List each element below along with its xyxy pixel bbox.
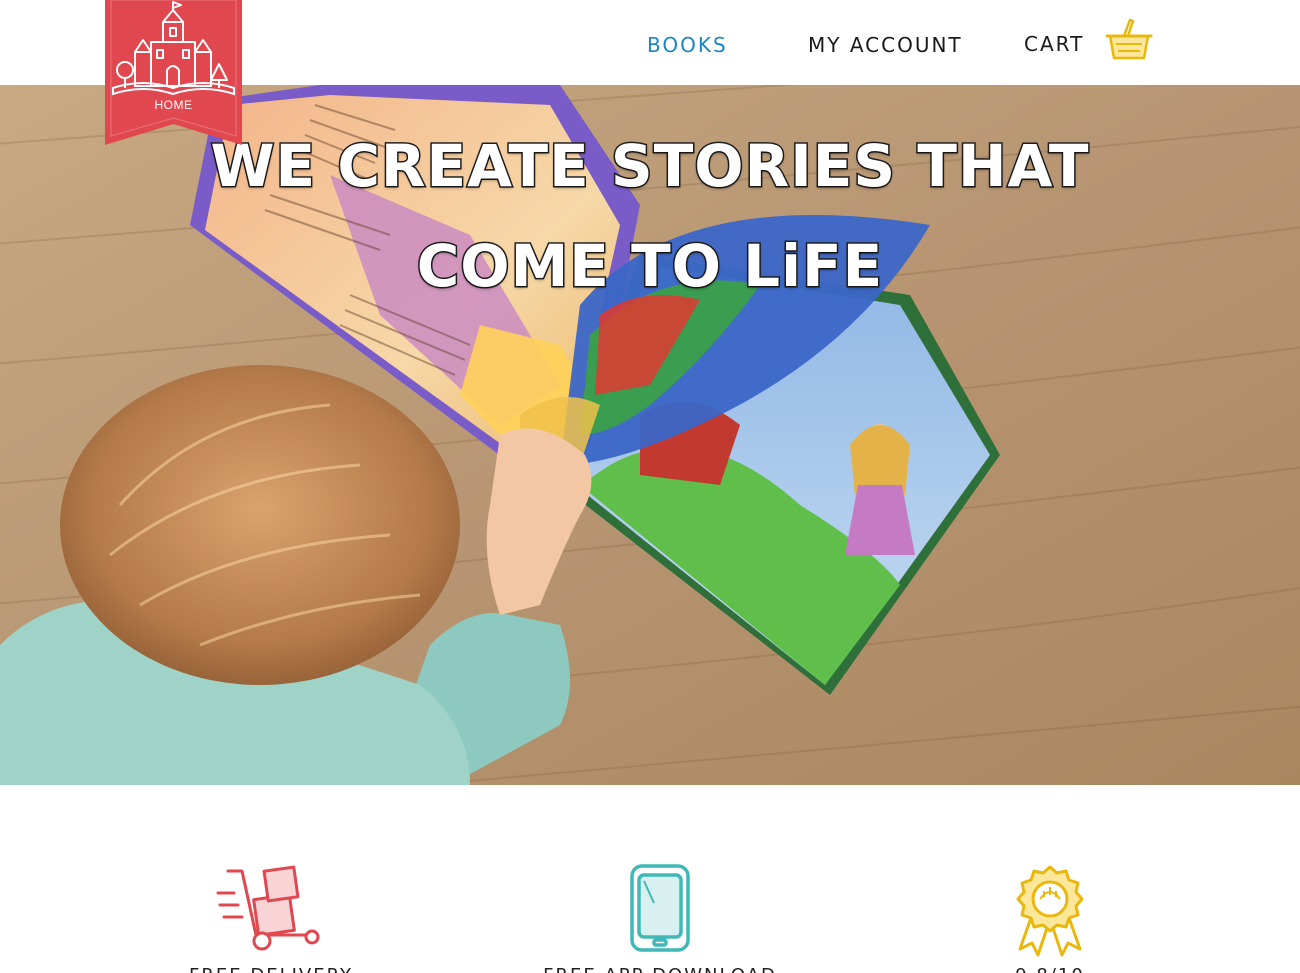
tablet-phone-icon bbox=[630, 864, 690, 952]
nav-my-account-link[interactable]: MY ACCOUNT bbox=[808, 33, 963, 57]
feature-rating-label: 9.8/10 bbox=[920, 965, 1180, 973]
hero-banner: WE CREATE STORIES THAT COME TO LiFE bbox=[0, 85, 1300, 785]
page: BOOKS MY ACCOUNT CART HOME WE CREATE STO… bbox=[0, 0, 1300, 973]
child-hair bbox=[60, 365, 460, 685]
feature-free-delivery-label: FREE DELIVERY bbox=[141, 965, 401, 973]
hero-title-line1: WE CREATE STORIES THAT bbox=[209, 132, 1090, 200]
feature-rating: 9.8/10 bbox=[920, 863, 1180, 973]
feature-free-delivery: FREE DELIVERY bbox=[141, 863, 401, 973]
feature-free-app-download: FREE APP DOWNLOAD bbox=[530, 863, 790, 973]
hero-title-line2: COME TO LiFE bbox=[415, 232, 884, 300]
nav-cart-link[interactable]: CART bbox=[1024, 32, 1084, 56]
hand-truck-delivery-icon bbox=[216, 865, 320, 951]
basket-icon[interactable] bbox=[1102, 16, 1154, 66]
features-section: FREE DELIVERY FREE APP DOWNLOAD bbox=[0, 785, 1300, 973]
feature-free-app-download-label: FREE APP DOWNLOAD bbox=[530, 965, 790, 973]
home-logo-badge[interactable]: HOME bbox=[105, 0, 242, 145]
castle-book-logo-icon bbox=[105, 0, 242, 145]
nav-books-link[interactable]: BOOKS bbox=[647, 33, 728, 57]
home-logo-label: HOME bbox=[154, 98, 193, 112]
award-ribbon-icon bbox=[1016, 865, 1084, 957]
